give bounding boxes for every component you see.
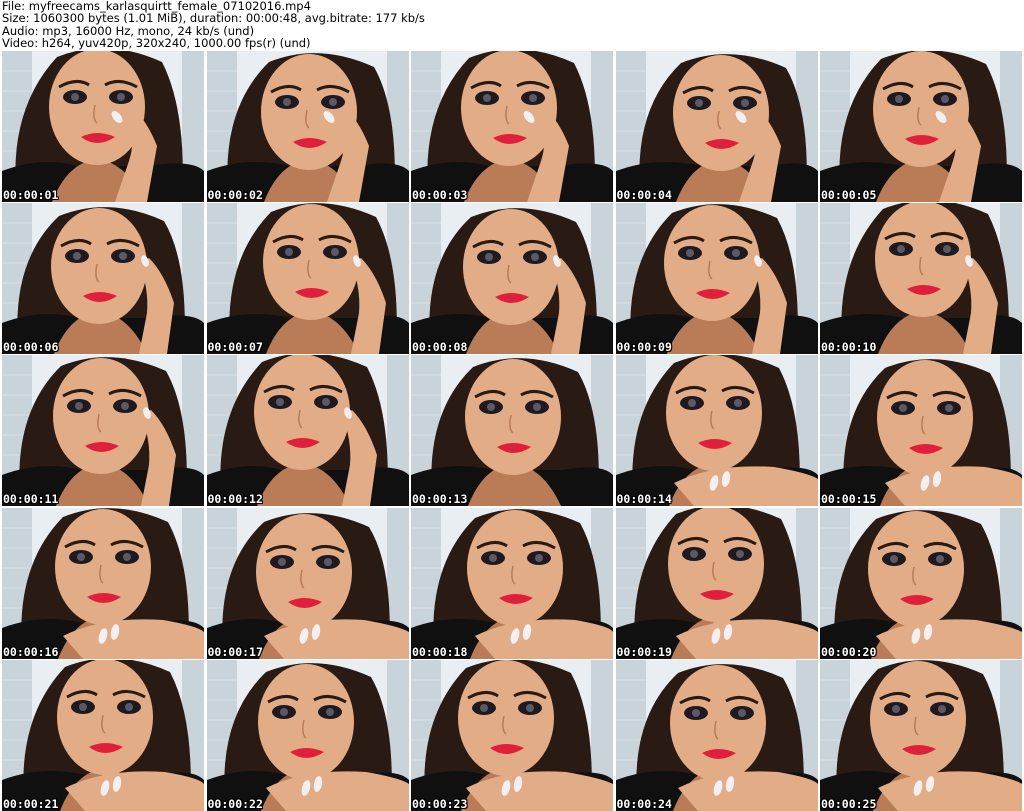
frame-timestamp: 00:00:09 — [616, 340, 672, 355]
video-frame-thumbnail: 00:00:11 — [2, 355, 204, 507]
frame-timestamp: 00:00:24 — [616, 796, 672, 811]
frame-image — [615, 203, 818, 355]
video-frame-thumbnail: 00:00:23 — [411, 659, 613, 811]
file-size-line: Size: 1060300 bytes (1.01 MiB), duration… — [2, 11, 425, 26]
video-frame-thumbnail: 00:00:05 — [820, 51, 1022, 202]
frame-timestamp: 00:00:22 — [207, 796, 263, 811]
video-frame-thumbnail: 00:00:01 — [2, 51, 204, 202]
frame-image — [820, 51, 1022, 202]
frame-image — [2, 203, 204, 355]
frame-image — [820, 355, 1022, 507]
video-frame-thumbnail: 00:00:02 — [206, 51, 409, 202]
frame-image — [206, 659, 409, 811]
frame-image — [2, 659, 204, 811]
video-frame-thumbnail: 00:00:20 — [820, 507, 1022, 659]
frame-image — [411, 659, 613, 811]
frame-image — [411, 507, 613, 659]
video-frame-thumbnail: 00:00:25 — [820, 659, 1022, 811]
frame-timestamp: 00:00:16 — [3, 644, 59, 659]
video-info-line: Video: h264, yuv420p, 320x240, 1000.00 f… — [2, 36, 311, 51]
frame-timestamp: 00:00:04 — [616, 188, 672, 202]
frame-image — [411, 355, 613, 507]
video-frame-thumbnail: 00:00:21 — [2, 659, 204, 811]
frame-timestamp: 00:00:23 — [412, 796, 468, 811]
file-info-header: File: myfreecams_karlasquirtt_female_071… — [2, 0, 1022, 50]
frame-timestamp: 00:00:13 — [412, 492, 468, 507]
video-frame-thumbnail: 00:00:14 — [615, 355, 818, 507]
frame-timestamp: 00:00:20 — [821, 644, 877, 659]
frame-image — [615, 659, 818, 811]
frame-timestamp: 00:00:19 — [616, 644, 672, 659]
frame-image — [2, 51, 204, 202]
frame-timestamp: 00:00:03 — [412, 188, 468, 202]
video-frame-thumbnail: 00:00:24 — [615, 659, 818, 811]
video-frame-thumbnail: 00:00:18 — [411, 507, 613, 659]
frame-timestamp: 00:00:25 — [821, 796, 877, 811]
frame-timestamp: 00:00:11 — [3, 492, 59, 507]
video-frame-thumbnail: 00:00:13 — [411, 355, 613, 507]
frame-image — [820, 507, 1022, 659]
video-frame-thumbnail: 00:00:04 — [615, 51, 818, 202]
frame-timestamp: 00:00:14 — [616, 492, 672, 507]
frame-timestamp: 00:00:21 — [3, 796, 59, 811]
frame-image — [206, 51, 409, 202]
frame-image — [206, 203, 409, 355]
frame-timestamp: 00:00:17 — [207, 644, 263, 659]
video-frame-thumbnail: 00:00:16 — [2, 507, 204, 659]
frame-timestamp: 00:00:06 — [3, 340, 59, 355]
video-frame-thumbnail: 00:00:22 — [206, 659, 409, 811]
video-frame-thumbnail: 00:00:03 — [411, 51, 613, 202]
frame-image — [206, 507, 409, 659]
video-frame-thumbnail: 00:00:06 — [2, 203, 204, 355]
video-frame-thumbnail: 00:00:15 — [820, 355, 1022, 507]
video-frame-thumbnail: 00:00:19 — [615, 507, 818, 659]
frame-image — [2, 507, 204, 659]
frame-image — [206, 355, 409, 507]
frame-image — [615, 355, 818, 507]
frame-timestamp: 00:00:05 — [821, 188, 877, 202]
frame-image — [411, 203, 613, 355]
video-frame-thumbnail: 00:00:17 — [206, 507, 409, 659]
video-frame-thumbnail: 00:00:10 — [820, 203, 1022, 355]
frame-timestamp: 00:00:18 — [412, 644, 468, 659]
video-frame-thumbnail: 00:00:12 — [206, 355, 409, 507]
frame-timestamp: 00:00:02 — [207, 188, 263, 202]
video-frame-thumbnail: 00:00:07 — [206, 203, 409, 355]
frame-timestamp: 00:00:15 — [821, 492, 877, 507]
frame-timestamp: 00:00:08 — [412, 340, 468, 355]
thumbnail-grid: 00:00:01 00:00:02 00:00:03 00:00:04 00:0… — [2, 51, 1022, 811]
frame-image — [615, 507, 818, 659]
frame-image — [615, 51, 818, 202]
frame-timestamp: 00:00:07 — [207, 340, 263, 355]
frame-image — [2, 355, 204, 507]
video-frame-thumbnail: 00:00:08 — [411, 203, 613, 355]
frame-image — [820, 659, 1022, 811]
frame-timestamp: 00:00:10 — [821, 340, 877, 355]
frame-image — [820, 203, 1022, 355]
video-frame-thumbnail: 00:00:09 — [615, 203, 818, 355]
frame-timestamp: 00:00:01 — [3, 188, 59, 202]
frame-image — [411, 51, 613, 202]
frame-timestamp: 00:00:12 — [207, 492, 263, 507]
